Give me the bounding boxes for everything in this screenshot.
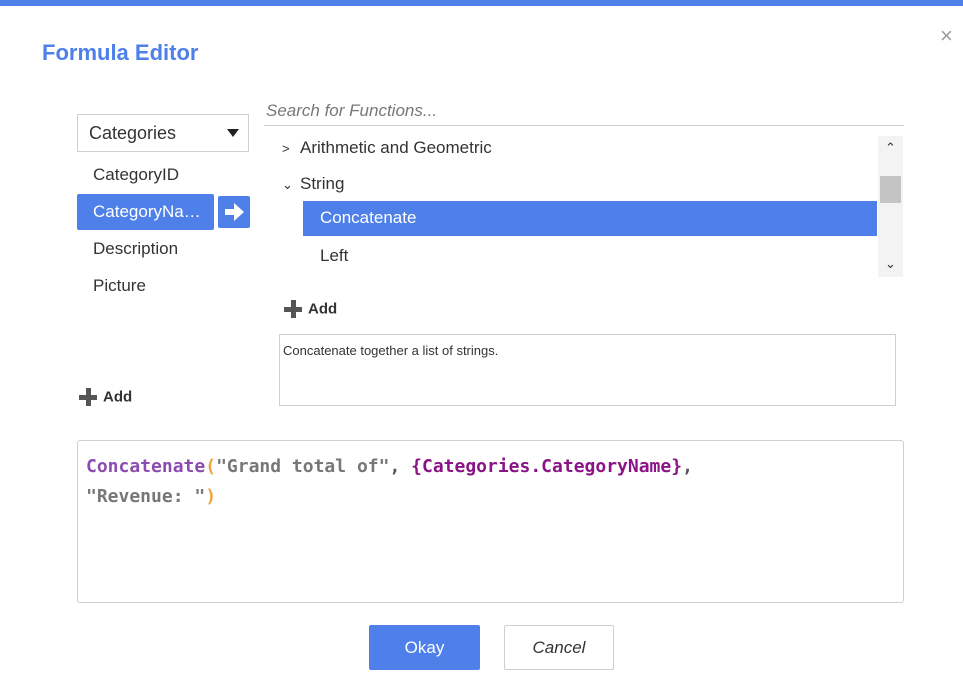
function-item-label: Concatenate [320,208,417,227]
function-item-concatenate[interactable]: Concatenate [303,201,877,236]
token-close-paren: ) [205,486,217,507]
add-function-label: Add [308,300,338,318]
scroll-up-icon[interactable]: ⌃ [878,140,903,160]
formula-line-1: Concatenate("Grand total of", {Categorie… [86,452,895,482]
category-label: String [300,174,345,193]
okay-button[interactable]: Okay [369,625,480,670]
category-arithmetic-geometric[interactable]: > Arithmetic and Geometric [282,138,492,158]
field-item-categoryid[interactable]: CategoryID [93,165,179,185]
table-select[interactable]: Categories [77,114,249,152]
add-function-button[interactable]: Add [284,300,338,319]
add-field-button[interactable]: Add [79,388,133,407]
caret-down-icon [227,129,239,137]
close-icon[interactable]: × [940,25,953,47]
scroll-down-icon[interactable]: ⌄ [878,256,903,276]
insert-field-button[interactable] [218,196,250,228]
formula-line-2: "Revenue: ") [86,482,895,512]
dialog-top-accent-bar [0,0,963,6]
function-search-input[interactable] [264,96,904,126]
token-function: Concatenate [86,456,206,477]
category-label: Arithmetic and Geometric [300,138,492,157]
function-description: Concatenate together a list of strings. [279,334,896,406]
field-item-categoryname[interactable]: CategoryNa… [77,194,214,230]
token-comma: , [389,456,412,477]
function-item-left[interactable]: Left [320,246,348,266]
table-select-value: Categories [89,123,177,143]
token-open-paren: ( [205,456,217,477]
chevron-down-icon: ⌄ [282,177,293,192]
scrollbar-thumb[interactable] [880,176,901,203]
chevron-right-icon: > [282,141,290,156]
function-list-scrollbar[interactable]: ⌃ ⌄ [878,136,903,277]
token-string: "Grand total of" [216,456,390,477]
token-comma: , [682,456,693,477]
arrow-right-icon [225,203,244,221]
token-string: "Revenue: " [86,486,206,507]
formula-editor[interactable]: Concatenate("Grand total of", {Categorie… [77,440,904,603]
plus-icon [79,388,97,407]
add-field-label: Add [103,388,133,406]
dialog-title: Formula Editor [42,40,199,65]
cancel-button[interactable]: Cancel [504,625,614,670]
category-string[interactable]: ⌄ String [282,174,344,194]
plus-icon [284,300,302,319]
field-item-description[interactable]: Description [93,239,178,259]
token-field: {Categories.CategoryName} [411,456,683,477]
field-item-picture[interactable]: Picture [93,276,146,296]
field-item-label: CategoryNa… [93,202,201,221]
